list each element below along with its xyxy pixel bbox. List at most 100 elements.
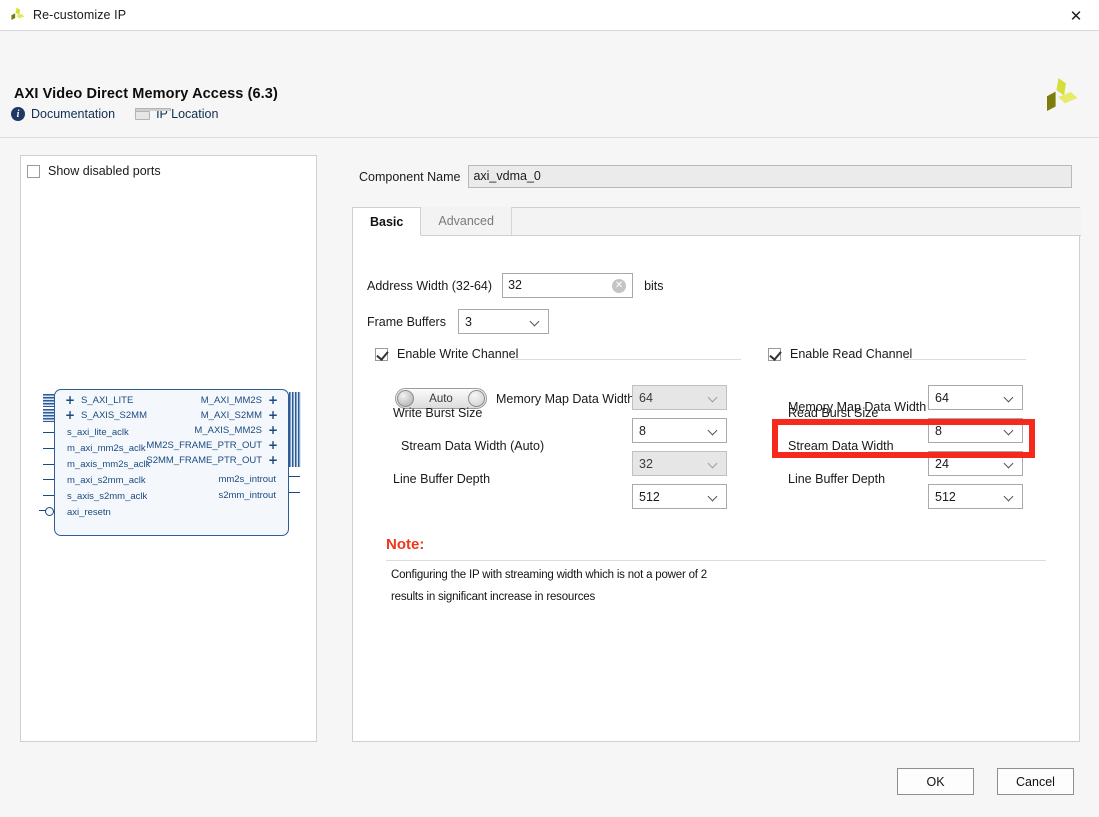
port-label: axi_resetn: [67, 507, 111, 518]
component-name-input[interactable]: axi_vdma_0: [468, 165, 1073, 188]
note-line: results in significant increase in resou…: [391, 591, 596, 603]
basic-tab-form: Address Width (32-64) 32 ✕ bits Frame Bu…: [353, 236, 1081, 742]
show-disabled-ports-checkbox[interactable]: [27, 164, 40, 178]
enable-write-channel-label: Enable Write Channel: [397, 347, 519, 361]
write-burst-size-value: 8: [639, 423, 646, 438]
port-label: MM2S_FRAME_PTR_OUT: [146, 440, 262, 451]
write-line-buffer-depth-value: 512: [639, 489, 660, 504]
ip-location-link[interactable]: IP Location: [135, 107, 218, 121]
enable-read-channel-checkbox[interactable]: [768, 347, 781, 361]
port-label: m_axi_s2mm_aclk: [67, 475, 146, 486]
chevron-down-icon: [709, 426, 718, 435]
tabstrip: Basic Advanced: [353, 207, 1081, 236]
pin-wire-s-axis-s2mm-aclk: [43, 495, 54, 496]
read-memory-map-data-width-value: 64: [935, 390, 949, 405]
read-burst-size-select[interactable]: 8: [928, 418, 1023, 443]
xilinx-pinwheel-logo: [1038, 74, 1080, 116]
write-memory-map-data-width-select[interactable]: 64: [632, 385, 727, 410]
port-label: S2MM_FRAME_PTR_OUT: [146, 455, 262, 466]
read-channel-divider: [904, 359, 1026, 360]
port-label: S_AXI_LITE: [81, 395, 134, 406]
toggle-knob-left: [397, 390, 414, 407]
pin-bus-s-axis-s2mm: [43, 409, 54, 422]
frame-buffers-value: 3: [464, 314, 472, 329]
note-divider: [386, 560, 1046, 561]
write-memory-map-data-width-label: Memory Map Data Width: [496, 391, 635, 406]
pin-bus-mm2s-frame-ptr-out: [289, 437, 301, 452]
window-title: Re-customize IP: [33, 8, 127, 22]
cancel-button[interactable]: Cancel: [997, 768, 1074, 795]
bus-expand-icon[interactable]: +: [65, 409, 75, 421]
enable-read-channel-row[interactable]: Enable Read Channel: [768, 347, 912, 361]
write-stream-data-width-label: Stream Data Width (Auto): [401, 439, 545, 453]
bus-expand-icon[interactable]: +: [268, 424, 278, 436]
enable-read-channel-label: Enable Read Channel: [790, 347, 913, 361]
bus-expand-icon[interactable]: +: [65, 394, 75, 406]
read-stream-data-width-label: Stream Data Width: [788, 439, 894, 453]
folder-icon: [135, 108, 172, 120]
show-disabled-ports-row[interactable]: Show disabled ports: [27, 164, 161, 178]
read-line-buffer-depth-select[interactable]: 512: [928, 484, 1023, 509]
ok-button[interactable]: OK: [897, 768, 974, 795]
address-width-input[interactable]: 32 ✕: [502, 273, 634, 298]
documentation-link[interactable]: i Documentation: [11, 107, 115, 121]
pin-bus-s2mm-frame-ptr-out: [289, 452, 301, 467]
write-line-buffer-depth-select[interactable]: 512: [632, 484, 727, 509]
read-stream-data-width-row: Stream Data Width: [788, 439, 894, 453]
address-width-label: Address Width (32-64): [367, 278, 493, 293]
auto-toggle-label: Auto: [429, 392, 453, 405]
bus-expand-icon[interactable]: +: [268, 394, 278, 406]
tab-advanced[interactable]: Advanced: [421, 207, 512, 235]
read-burst-size-label: Read Burst Size: [788, 406, 879, 420]
read-burst-size-row: Read Burst Size: [788, 406, 878, 420]
port-label: s_axis_s2mm_aclk: [67, 491, 148, 502]
tab-basic[interactable]: Basic: [353, 208, 422, 236]
clear-icon[interactable]: ✕: [612, 279, 627, 293]
bus-expand-icon[interactable]: +: [268, 439, 278, 451]
chevron-down-icon: [1005, 492, 1014, 501]
read-memory-map-data-width-select[interactable]: 64: [928, 385, 1023, 410]
show-disabled-ports-label: Show disabled ports: [48, 164, 161, 178]
enable-write-channel-row[interactable]: Enable Write Channel: [375, 347, 518, 361]
window-titlebar: Re-customize IP ✕: [0, 0, 1099, 31]
enable-write-channel-checkbox[interactable]: [375, 347, 388, 361]
chevron-down-icon: [531, 317, 540, 326]
write-burst-size-select[interactable]: 8: [632, 418, 727, 443]
bus-expand-icon[interactable]: +: [268, 409, 278, 421]
chevron-down-icon: [1005, 393, 1014, 402]
port-label: s_axi_lite_aclk: [67, 427, 129, 438]
frame-buffers-row: Frame Buffers 3: [367, 309, 549, 334]
write-stream-data-width-row: Stream Data Width (Auto): [401, 439, 544, 453]
chevron-down-icon: [709, 459, 718, 468]
port-label: M_AXIS_MM2S: [194, 425, 262, 436]
bus-expand-icon[interactable]: +: [268, 454, 278, 466]
pin-bus-m-axis-mm2s: [289, 422, 301, 437]
pin-wire-m-axi-mm2s-aclk: [43, 448, 54, 449]
config-tab-panel: Basic Advanced Address Width (32-64) 32 …: [352, 207, 1081, 742]
write-memory-map-data-width-value: 64: [639, 390, 653, 405]
address-width-row: Address Width (32-64) 32 ✕ bits: [367, 273, 664, 298]
read-stream-data-width-select[interactable]: 24: [928, 451, 1023, 476]
ip-block-symbol: + S_AXI_LITE + S_AXIS_S2MM s_axi_lite_ac…: [54, 389, 289, 536]
pin-bus-m-axi-s2mm: [289, 407, 301, 422]
component-name-label: Component Name: [359, 169, 461, 184]
write-burst-size-row: Write Burst Size: [393, 406, 482, 420]
close-icon[interactable]: ✕: [1053, 0, 1099, 31]
toggle-knob-right: [468, 390, 485, 407]
documentation-link-label: Documentation: [31, 107, 116, 121]
write-line-buffer-depth-row: Line Buffer Depth: [393, 472, 490, 486]
port-label: S_AXIS_S2MM: [81, 410, 147, 421]
write-burst-size-label: Write Burst Size: [393, 406, 483, 420]
port-label: m_axis_mm2s_aclk: [67, 459, 151, 470]
pin-bus-s-axi-lite: [43, 394, 54, 407]
pin-bus-m-axi-mm2s: [289, 392, 301, 407]
write-stream-data-width-select[interactable]: 32: [632, 451, 727, 476]
note-line: Configuring the IP with streaming width …: [391, 569, 707, 581]
write-stream-data-width-value: 32: [639, 456, 653, 471]
pin-wire-mm2s-introut: [289, 476, 300, 477]
port-label: s2mm_introut: [218, 490, 276, 501]
port-label: M_AXI_MM2S: [200, 395, 262, 406]
component-name-row: Component Name axi_vdma_0: [359, 165, 1073, 188]
note-title: Note:: [386, 536, 425, 553]
frame-buffers-select[interactable]: 3: [457, 309, 549, 334]
